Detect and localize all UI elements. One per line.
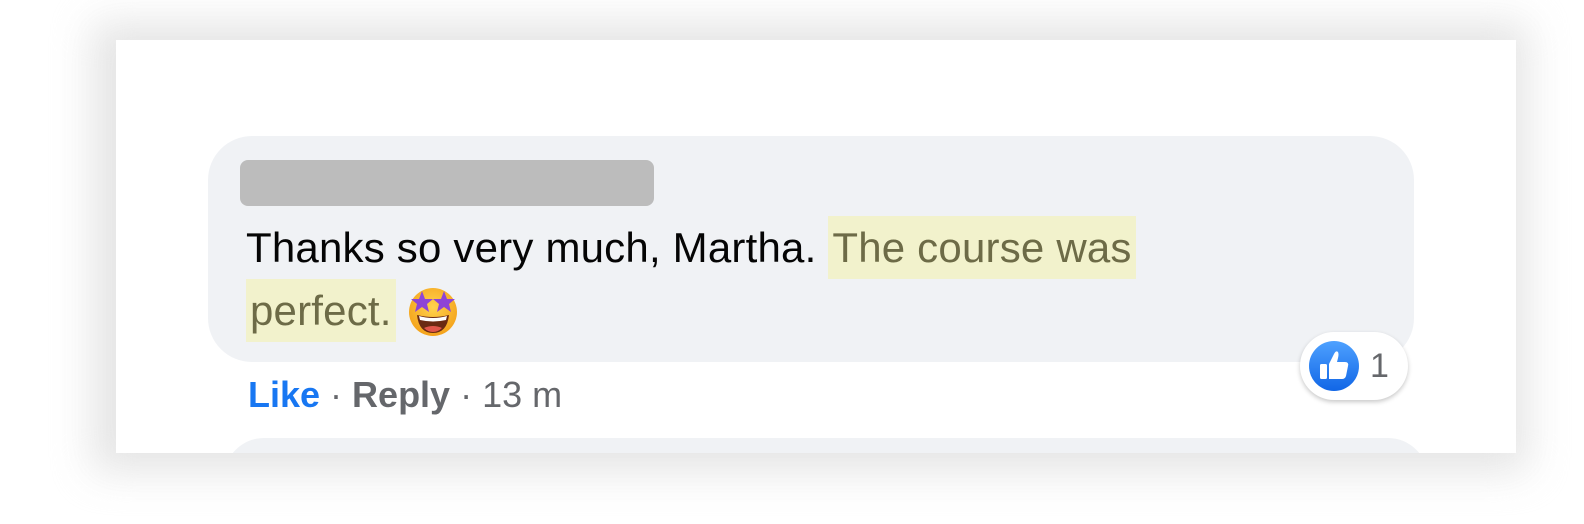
comment-card: Thanks so very much, Martha. The course … [116,40,1516,453]
reaction-summary[interactable]: 1 [1300,332,1408,400]
comment-highlight-1: The course was [828,216,1136,279]
reaction-count: 1 [1370,347,1389,385]
separator-dot: · [460,374,473,415]
comment-highlight-2: perfect. [246,279,396,342]
redacted-author-name [240,160,654,206]
separator-dot: · [330,374,343,415]
like-link[interactable]: Like [248,374,320,415]
reply-link[interactable]: Reply [352,374,450,415]
star-struck-emoji-icon [406,283,460,337]
comment-timestamp[interactable]: 13 m [482,374,562,415]
comment-plain-text: Thanks so very much, Martha. [246,224,829,271]
next-comment-bubble [224,438,1428,453]
comment-actions: Like · Reply · 13 m [248,372,562,418]
comment-text: Thanks so very much, Martha. The course … [246,216,1386,342]
thumbs-up-icon [1307,339,1361,393]
